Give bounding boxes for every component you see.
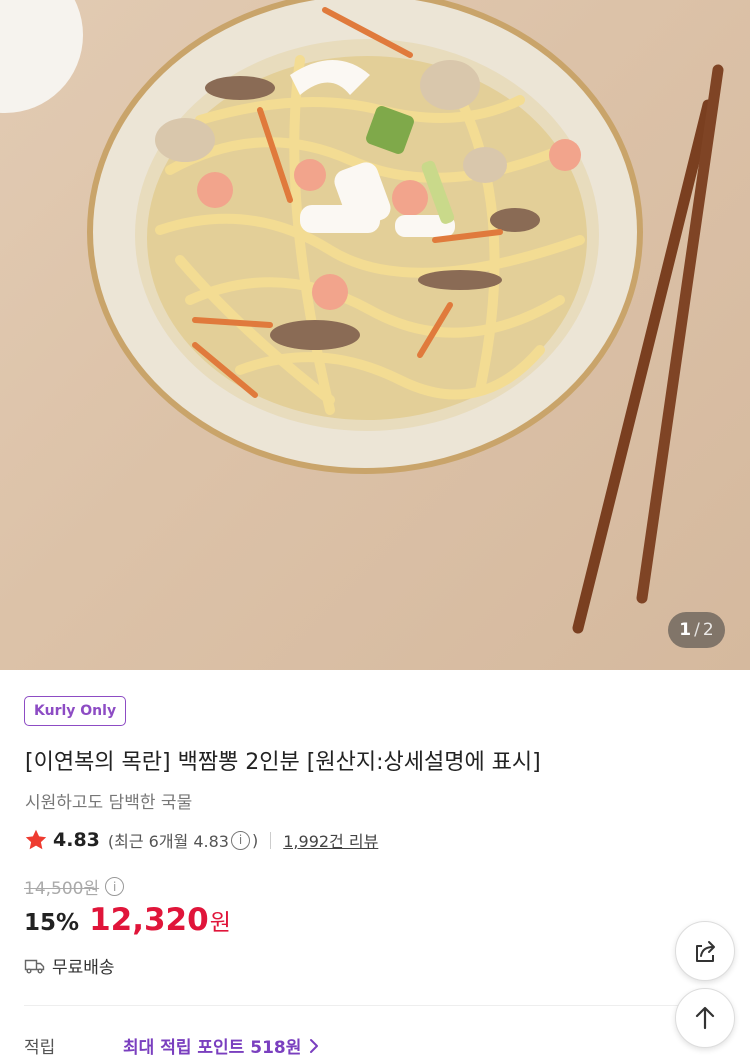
price-info-icon[interactable]: i — [105, 877, 125, 896]
currency-unit: 원 — [209, 910, 231, 936]
original-price-row: 14,500원 i — [24, 874, 126, 899]
section-divider — [24, 1005, 726, 1006]
points-value[interactable]: 최대 적립 포인트 518원 — [123, 1033, 301, 1058]
share-icon — [696, 941, 715, 962]
original-price: 14,500원 — [24, 879, 100, 899]
recent-rating-close: ) — [252, 830, 259, 850]
shipping-info: 무료배송 — [24, 953, 115, 978]
divider — [270, 831, 272, 849]
discount-rate: 15% — [24, 910, 80, 936]
kurly-only-badge: Kurly Only — [24, 696, 127, 726]
recent-rating: (최근 6개월 4.83 i ) — [108, 828, 258, 852]
arrow-up-icon — [695, 1006, 715, 1030]
star-icon — [25, 829, 47, 850]
noodle-bowl-illustration — [0, 0, 724, 634]
reviews-link[interactable]: 1,992건 리뷰 — [283, 828, 378, 852]
product-title: [이연복의 목란] 백짬뽕 2인분 [원산지:상세설명에 표시] — [25, 750, 541, 775]
chevron-right-icon — [310, 1038, 319, 1053]
scroll-top-button[interactable] — [675, 988, 735, 1048]
shipping-label: 무료배송 — [52, 958, 115, 978]
product-subtitle: 시원하고도 담백한 국물 — [25, 793, 193, 813]
info-icon[interactable]: i — [231, 830, 250, 850]
truck-icon — [24, 959, 45, 973]
page-current: 1 — [679, 620, 692, 640]
image-page-indicator: 1 / 2 — [668, 612, 725, 648]
product-image[interactable]: 1 / 2 — [0, 0, 750, 670]
sale-price: 12,320 — [89, 902, 209, 938]
recent-rating-text: (최근 6개월 4.83 — [107, 832, 229, 851]
page-separator: / — [694, 620, 700, 640]
price-row: 15% 12,320 원 — [24, 902, 231, 938]
points-label: 적립 — [24, 1038, 56, 1058]
page-total: 2 — [702, 620, 714, 640]
rating-value: 4.83 — [53, 829, 100, 851]
rating-row: 4.83 (최근 6개월 4.83 i ) 1,992건 리뷰 — [24, 826, 378, 854]
share-button[interactable] — [675, 921, 735, 981]
points-row[interactable]: 적립 최대 적립 포인트 518원 — [24, 1033, 724, 1058]
